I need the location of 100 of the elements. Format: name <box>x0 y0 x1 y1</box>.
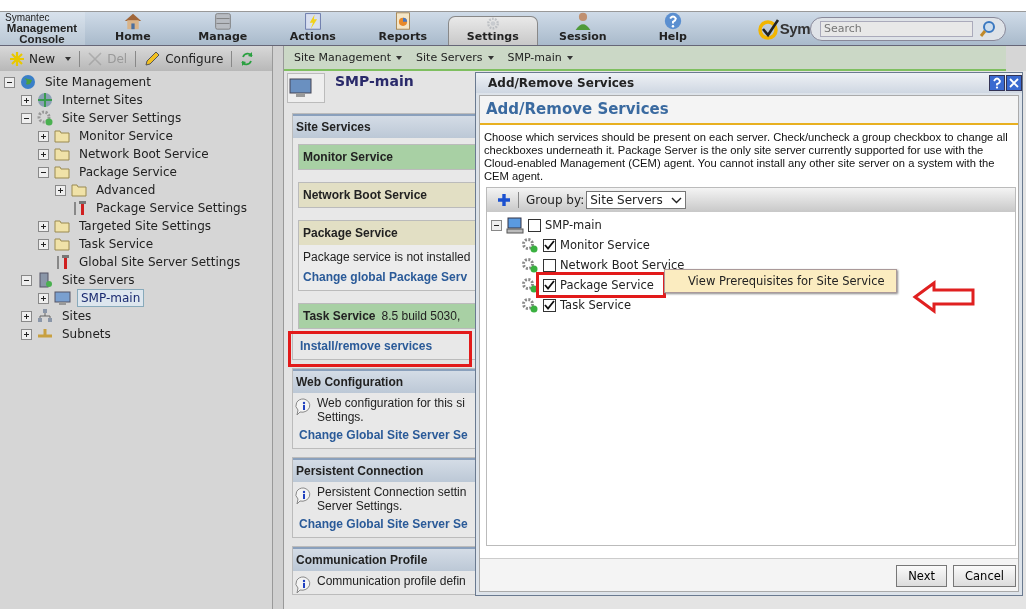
search-icon <box>979 19 997 38</box>
expand-toggle[interactable] <box>38 220 49 232</box>
service-label: Monitor Service <box>560 238 650 252</box>
tree-item[interactable]: Targeted Site Settings <box>75 217 215 235</box>
tree-item[interactable]: Monitor Service <box>75 127 177 145</box>
expand-toggle[interactable] <box>21 310 32 322</box>
nav-tab[interactable]: Reports <box>357 12 448 45</box>
caret-icon <box>65 56 72 61</box>
nav-tab[interactable]: Settings <box>447 16 538 45</box>
tools-icon <box>71 200 87 216</box>
service-label: Package Service <box>560 278 654 292</box>
chevron-icon <box>670 196 682 204</box>
collapse-toggle[interactable] <box>21 274 32 286</box>
folder-icon <box>54 165 70 179</box>
network-icon <box>37 308 53 324</box>
folder-icon <box>54 219 70 233</box>
computer-icon <box>54 290 72 306</box>
info-text: Persistent Connection settin Server Settings. <box>317 485 468 513</box>
caret-icon <box>396 55 403 60</box>
search-field[interactable]: Search <box>810 16 1006 41</box>
checkbox[interactable] <box>543 238 556 252</box>
gear-icon <box>37 110 53 126</box>
tree-item[interactable]: Sites <box>58 307 96 325</box>
tree-item[interactable]: Site Servers <box>58 271 139 289</box>
service-label: SMP-main <box>545 218 602 232</box>
expand-toggle[interactable] <box>38 292 49 304</box>
expand-toggle[interactable] <box>38 238 49 250</box>
nav-tab[interactable]: Actions <box>267 12 358 45</box>
tree-item[interactable]: Network Boot Service <box>75 145 213 163</box>
folder-icon <box>54 237 70 251</box>
menu-item[interactable]: View Prerequisites for Site Service <box>666 271 895 291</box>
nav-tab[interactable]: Help <box>627 12 718 45</box>
tree-item[interactable]: Site Management <box>41 73 155 91</box>
tree-item[interactable]: Internet Sites <box>58 91 147 109</box>
collapse-toggle[interactable] <box>38 166 49 178</box>
info-text: Web configuration for this si Settings. <box>317 396 466 424</box>
gear-icon <box>521 276 539 294</box>
add-button[interactable] <box>497 193 511 207</box>
tree-item[interactable]: Global Site Server Settings <box>75 253 245 271</box>
expand-toggle[interactable] <box>55 184 66 196</box>
toolbar-button[interactable]: Configure <box>142 48 226 69</box>
dialog-title: Add/Remove Services <box>488 76 635 90</box>
globe-icon <box>37 92 53 108</box>
breadcrumb-item[interactable]: SMP-main <box>503 51 577 64</box>
service-label: Task Service <box>560 298 631 312</box>
page-title: SMP-main <box>335 73 414 89</box>
toolbar-button[interactable]: New <box>8 49 74 68</box>
dialog-button[interactable]: Cancel <box>953 565 1016 587</box>
expand-toggle[interactable] <box>38 130 49 142</box>
tree-item[interactable]: SMP-main <box>77 289 145 307</box>
company-logo: Sym <box>757 12 810 45</box>
collapse-toggle[interactable] <box>4 76 15 88</box>
checkbox[interactable] <box>543 278 556 292</box>
expand-toggle[interactable] <box>21 328 32 340</box>
expand-toggle[interactable] <box>21 94 32 106</box>
tree-item[interactable]: Package Service Settings <box>92 199 251 217</box>
server-icon <box>37 272 53 288</box>
service-label: Network Boot Service <box>560 258 685 272</box>
close-icon <box>88 51 103 66</box>
gear-icon <box>521 236 539 254</box>
star-icon <box>10 51 24 66</box>
group-by-label: Group by: <box>526 193 585 207</box>
collapse-toggle[interactable] <box>21 112 32 124</box>
folder-icon <box>54 129 70 143</box>
gear-icon <box>521 256 539 274</box>
dialog-button[interactable]: Next <box>896 565 948 587</box>
tree-item[interactable]: Package Service <box>75 163 181 181</box>
tools-icon <box>54 254 70 270</box>
group-by-dropdown[interactable]: Site Servers <box>586 191 686 209</box>
breadcrumb-item[interactable]: Site Servers <box>412 51 498 64</box>
tree-item[interactable]: Task Service <box>75 235 158 253</box>
vendor-name: Symantec <box>5 12 50 23</box>
help-button[interactable] <box>989 75 1005 91</box>
tree-item[interactable]: Site Server Settings <box>58 109 186 127</box>
globe-icon <box>20 74 36 90</box>
close-button[interactable] <box>1006 75 1022 91</box>
info-icon <box>295 398 313 416</box>
gear-icon <box>521 296 539 314</box>
collapse-toggle[interactable] <box>491 219 502 231</box>
arrow-annotation <box>912 280 976 314</box>
computer-icon <box>506 216 524 234</box>
dialog-heading: Add/Remove Services <box>480 96 1018 125</box>
tree-item[interactable]: Subnets <box>58 325 115 343</box>
nav-tab[interactable]: Home <box>87 12 178 45</box>
status-text: Package service is not installed <box>302 249 472 266</box>
checkbox[interactable] <box>528 218 541 232</box>
checkbox[interactable] <box>543 258 556 272</box>
folder-icon <box>71 183 87 197</box>
breadcrumb-item[interactable]: Site Management <box>290 51 407 64</box>
caret-icon <box>566 55 573 60</box>
folder-icon <box>54 147 70 161</box>
nav-tab[interactable]: Session <box>537 12 628 45</box>
checkbox[interactable] <box>543 298 556 312</box>
tree-item[interactable]: Advanced <box>92 181 160 199</box>
info-text: Communication profile defin <box>317 574 467 590</box>
product-name: Management Console <box>6 23 79 45</box>
expand-toggle[interactable] <box>38 148 49 160</box>
pencil-icon <box>144 50 161 67</box>
refresh-icon <box>240 50 255 67</box>
nav-tab[interactable]: Manage <box>177 12 268 45</box>
